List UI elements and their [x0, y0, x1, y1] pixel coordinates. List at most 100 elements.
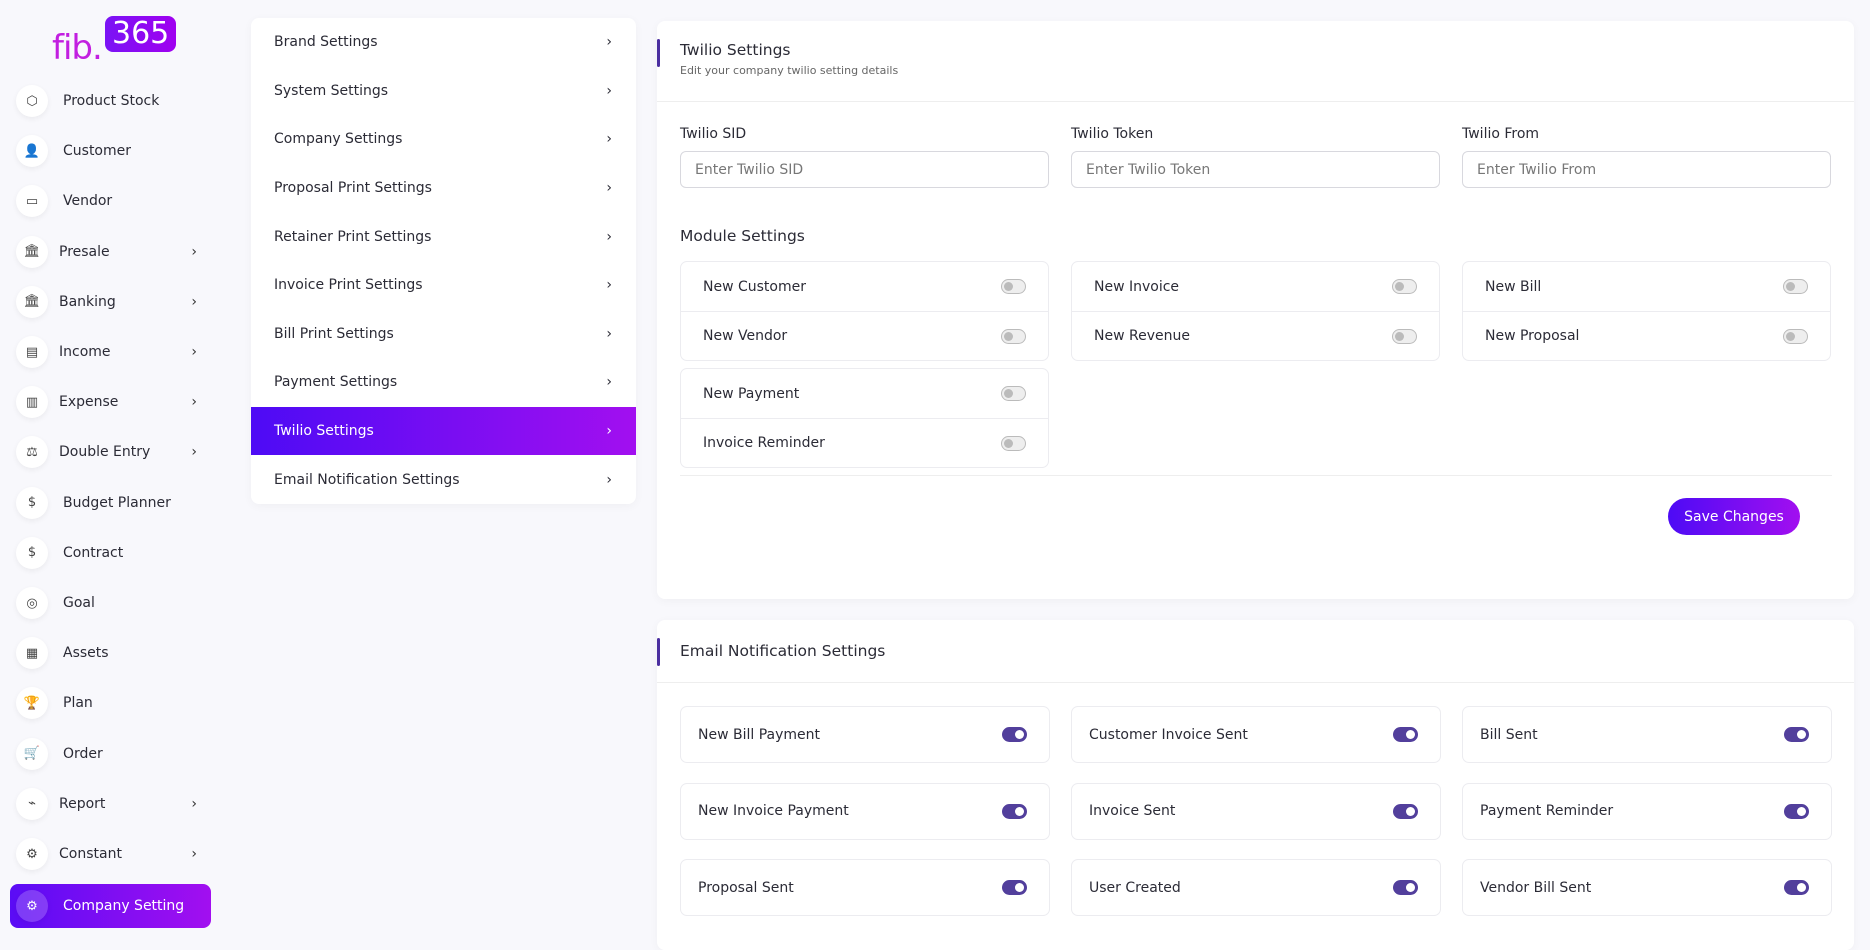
module-row: New Invoice: [1072, 262, 1439, 311]
sidebar-item-banking[interactable]: 🏛 Banking ›: [10, 280, 211, 324]
module-toggle[interactable]: [1001, 435, 1026, 451]
menu-item-brand-settings[interactable]: Brand Settings ›: [251, 18, 636, 67]
notification-toggle[interactable]: [1393, 880, 1418, 895]
box-icon: ⬡: [16, 85, 48, 117]
email-notification-item: User Created: [1071, 859, 1441, 916]
module-settings-title: Module Settings: [680, 227, 805, 245]
menu-item-label: Payment Settings: [274, 374, 398, 391]
notification-toggle[interactable]: [1002, 803, 1027, 819]
twilio-token-label: Twilio Token: [1071, 126, 1154, 142]
module-group: New Bill New Proposal: [1462, 261, 1831, 361]
sidebar-item-constant[interactable]: ⚙ Constant ›: [10, 832, 211, 876]
module-label: New Invoice: [1094, 278, 1180, 295]
scale-icon: ⚖: [16, 436, 48, 469]
sidebar-item-income[interactable]: ▤ Income ›: [10, 330, 211, 374]
notification-toggle[interactable]: [1393, 727, 1418, 742]
menu-item-system-settings[interactable]: System Settings ›: [251, 67, 636, 116]
notification-toggle[interactable]: [1002, 727, 1027, 742]
sidebar-item-order[interactable]: 🛒 Order: [10, 732, 211, 776]
sidebar-item-product-stock[interactable]: ⬡ Product Stock: [10, 79, 211, 123]
menu-item-twilio-settings[interactable]: Twilio Settings ›: [251, 406, 636, 456]
notification-label: New Invoice Payment: [698, 803, 849, 819]
twilio-sid-label: Twilio SID: [680, 126, 747, 142]
twilio-from-placeholder: Enter Twilio From: [1477, 161, 1597, 178]
twilio-settings-card: Twilio Settings Edit your company twilio…: [657, 21, 1854, 599]
chevron-right-icon: ›: [191, 846, 197, 862]
notification-toggle[interactable]: [1784, 880, 1809, 895]
module-row: New Vendor: [681, 311, 1048, 360]
menu-item-bill-print-settings[interactable]: Bill Print Settings ›: [251, 310, 636, 359]
twilio-sid-input[interactable]: Enter Twilio SID: [680, 151, 1049, 188]
divider: [657, 682, 1854, 683]
email-notification-item: New Invoice Payment: [680, 782, 1050, 840]
module-toggle[interactable]: [1392, 328, 1417, 344]
settings-icon: ⚙: [16, 838, 48, 870]
module-row: Invoice Reminder: [681, 418, 1048, 467]
sidebar-item-vendor[interactable]: ▭ Vendor: [10, 179, 211, 223]
module-label: New Payment: [703, 385, 800, 402]
module-toggle[interactable]: [1392, 279, 1417, 294]
notification-label: New Bill Payment: [698, 726, 821, 743]
sidebar-item-company-setting[interactable]: ⚙ Company Setting: [10, 884, 211, 928]
module-row: New Bill: [1463, 262, 1830, 311]
menu-item-retainer-print-settings[interactable]: Retainer Print Settings ›: [251, 212, 636, 261]
calculator-icon: ▦: [16, 637, 48, 670]
sidebar-item-expense[interactable]: ▥ Expense ›: [10, 380, 211, 424]
notification-label: User Created: [1089, 879, 1181, 896]
menu-item-company-settings[interactable]: Company Settings ›: [251, 115, 636, 164]
sidebar-item-budget-planner[interactable]: $ Budget Planner: [10, 481, 211, 525]
sidebar-item-double-entry[interactable]: ⚖ Double Entry ›: [10, 430, 211, 474]
notification-toggle[interactable]: [1002, 880, 1027, 895]
sidebar-item-assets[interactable]: ▦ Assets: [10, 631, 211, 675]
menu-item-email-notification-settings[interactable]: Email Notification Settings ›: [251, 455, 636, 504]
sidebar-item-label: Product Stock: [63, 93, 160, 109]
file-icon: ▤: [16, 336, 48, 368]
accent-bar: [657, 638, 660, 666]
module-label: New Revenue: [1094, 328, 1190, 344]
sidebar-item-label: Vendor: [63, 193, 113, 210]
trophy-icon: 🏆: [16, 687, 48, 720]
sidebar-item-contract[interactable]: $ Contract: [10, 531, 211, 575]
card-title: Twilio Settings: [680, 41, 791, 59]
chevron-right-icon: ›: [606, 82, 612, 99]
module-row: New Customer: [681, 262, 1048, 311]
twilio-from-input[interactable]: Enter Twilio From: [1462, 151, 1831, 188]
twilio-token-input[interactable]: Enter Twilio Token: [1071, 151, 1440, 188]
menu-item-label: Invoice Print Settings: [274, 277, 423, 294]
module-toggle[interactable]: [1001, 328, 1026, 344]
menu-item-label: Company Settings: [274, 131, 403, 148]
sidebar-item-customer[interactable]: 👤 Customer: [10, 129, 211, 173]
menu-item-invoice-print-settings[interactable]: Invoice Print Settings ›: [251, 261, 636, 310]
sidebar-item-label: Assets: [63, 645, 109, 662]
coins-icon: $: [16, 486, 48, 519]
sidebar-item-report[interactable]: ⌁ Report ›: [10, 782, 211, 826]
bank-icon: 🏛: [16, 235, 48, 268]
sidebar-item-label: Budget Planner: [63, 494, 171, 511]
menu-item-label: Twilio Settings: [274, 423, 374, 440]
notification-label: Vendor Bill Sent: [1480, 879, 1592, 896]
menu-item-proposal-print-settings[interactable]: Proposal Print Settings ›: [251, 164, 636, 213]
sidebar-item-label: Expense: [59, 394, 119, 411]
module-toggle[interactable]: [1783, 328, 1808, 344]
sidebar-item-label: Report: [59, 795, 106, 812]
sidebar-item-label: Banking: [59, 293, 116, 310]
notification-toggle[interactable]: [1784, 803, 1809, 819]
module-toggle[interactable]: [1001, 386, 1026, 401]
sidebar-item-goal[interactable]: ◎ Goal: [10, 581, 211, 625]
chevron-right-icon: ›: [606, 34, 612, 51]
module-label: New Vendor: [703, 328, 788, 344]
menu-item-payment-settings[interactable]: Payment Settings ›: [251, 358, 636, 407]
module-toggle[interactable]: [1783, 279, 1808, 294]
sidebar-item-plan[interactable]: 🏆 Plan: [10, 681, 211, 725]
clipboard-icon: ▥: [16, 386, 48, 419]
notification-label: Customer Invoice Sent: [1089, 726, 1248, 743]
notification-toggle[interactable]: [1393, 803, 1418, 819]
target-icon: ◎: [16, 587, 48, 619]
chevron-right-icon: ›: [191, 293, 197, 310]
sidebar-item-presale[interactable]: 🏛 Presale ›: [10, 230, 211, 274]
divider: [680, 475, 1832, 476]
twilio-from-label: Twilio From: [1462, 126, 1540, 142]
module-toggle[interactable]: [1001, 279, 1026, 294]
save-changes-button[interactable]: Save Changes: [1668, 498, 1800, 535]
notification-toggle[interactable]: [1784, 727, 1809, 742]
